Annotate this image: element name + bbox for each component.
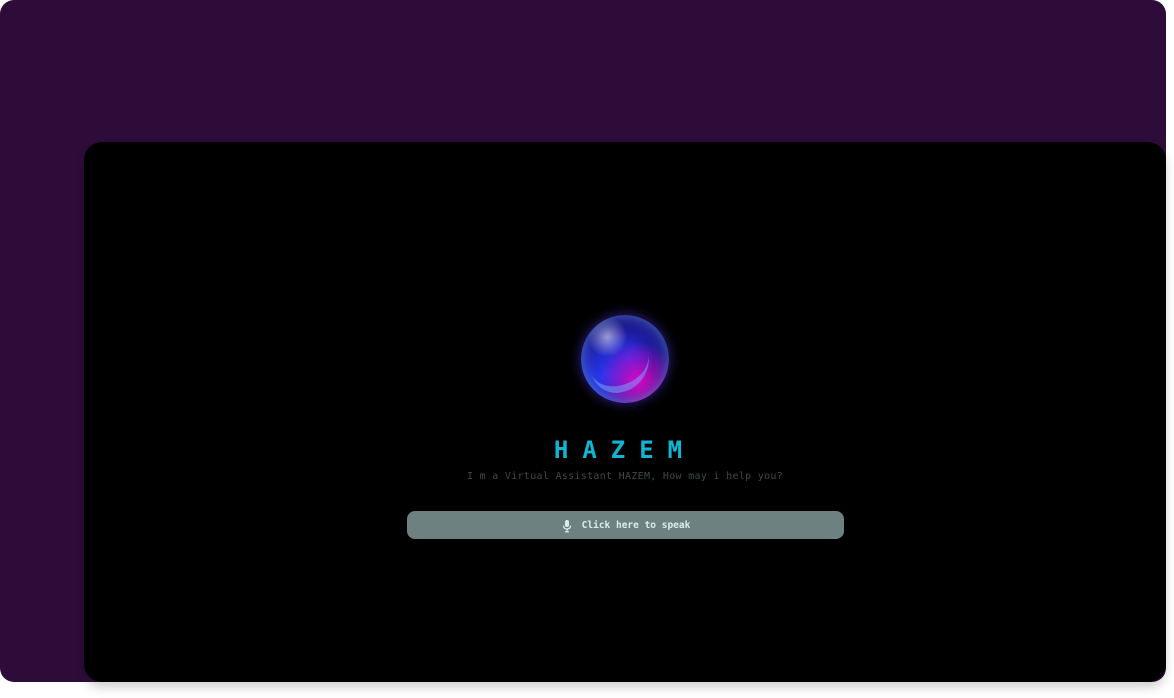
speak-button[interactable]: Click here to speak	[407, 511, 844, 539]
microphone-icon	[561, 518, 573, 533]
assistant-greeting: I m a Virtual Assistant HAZEM, How may i…	[466, 471, 784, 482]
speak-button-label: Click here to speak	[581, 519, 691, 531]
assistant-window: HAZEM I m a Virtual Assistant HAZEM, How…	[84, 142, 1166, 682]
assistant-orb-image	[581, 315, 669, 403]
assistant-name: HAZEM	[553, 436, 697, 464]
outer-frame: HAZEM I m a Virtual Assistant HAZEM, How…	[0, 0, 1166, 682]
